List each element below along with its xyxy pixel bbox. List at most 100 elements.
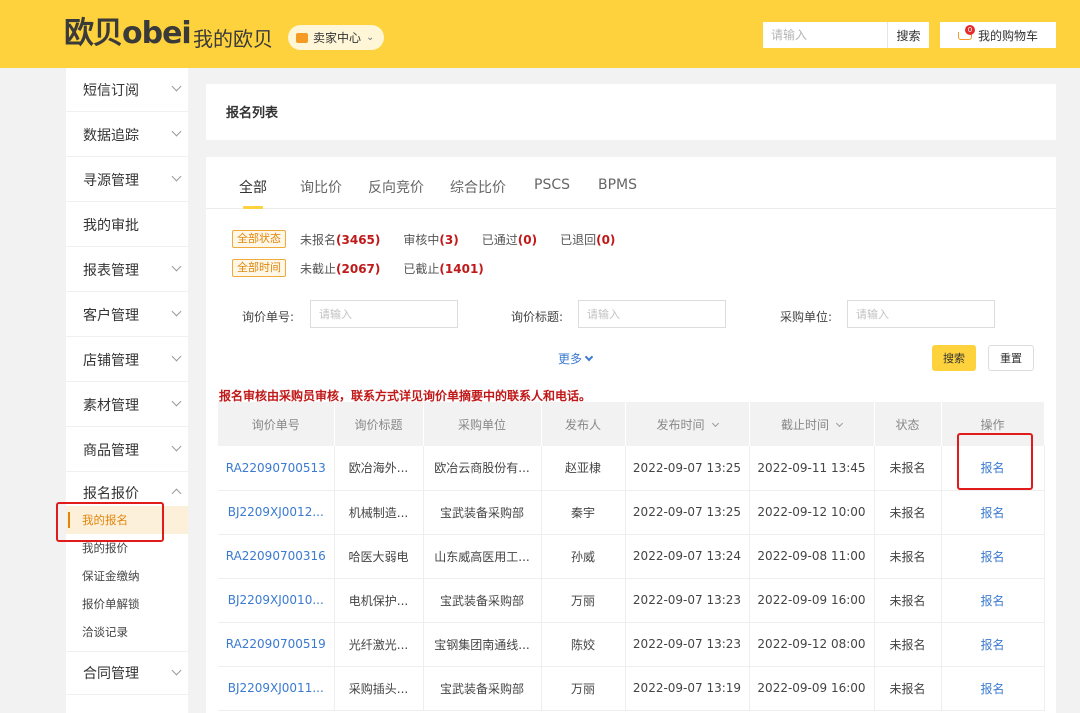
cell-publish-time: 2022-09-07 13:24	[625, 534, 750, 579]
chevron-down-icon	[171, 351, 182, 362]
cell-title: 机械制造...	[334, 490, 424, 535]
cell-publisher: 赵亚棣	[541, 446, 626, 491]
chevron-up-icon	[171, 488, 182, 499]
buyer-label: 采购单位:	[780, 310, 833, 324]
cell-end-time: 2022-09-09 16:00	[749, 666, 875, 711]
sidebar-sub-deposit[interactable]: 保证金缴纳	[66, 562, 188, 590]
cell-title: 哈医大弱电	[334, 534, 424, 579]
tab-pscs[interactable]: PSCS	[534, 177, 570, 193]
sidebar-item-customers[interactable]: 客户管理	[66, 293, 188, 337]
chevron-down-icon	[171, 306, 182, 317]
sidebar-item-approval[interactable]: 我的审批	[66, 203, 188, 247]
registration-table: 询价单号 询价标题 采购单位 发布人 发布时间 截止时间 状态 操作 RA220…	[218, 402, 1045, 711]
sidebar-item-materials[interactable]: 素材管理	[66, 383, 188, 427]
sidebar-sub-unlock[interactable]: 报价单解锁	[66, 590, 188, 618]
col-header-title: 询价标题	[334, 402, 424, 446]
col-header-publisher: 发布人	[541, 402, 626, 446]
order-no-link[interactable]: BJ2209XJ0010...	[218, 578, 335, 623]
order-no-link[interactable]: BJ2209XJ0011...	[218, 666, 335, 711]
cart-badge: 0	[964, 24, 975, 35]
header-search-button[interactable]: 搜索	[887, 22, 929, 48]
filter-closed[interactable]: 已截止(1401)	[403, 260, 483, 277]
cell-publish-time: 2022-09-07 13:19	[625, 666, 750, 711]
cell-title: 电机保护...	[334, 578, 424, 623]
table-row: BJ2209XJ0012... 机械制造... 宝武装备采购部 秦宇 2022-…	[218, 490, 1045, 535]
register-link[interactable]: 报名	[941, 490, 1045, 535]
cell-end-time: 2022-09-09 16:00	[749, 578, 875, 623]
tab-all[interactable]: 全部	[239, 177, 267, 197]
tab-bar: 全部 询比价 反向竞价 综合比价 PSCS BPMS	[206, 157, 1056, 209]
tab-comprehensive[interactable]: 综合比价	[450, 177, 506, 197]
seller-center-button[interactable]: 卖家中心 ⌄	[288, 25, 384, 50]
chevron-down-icon	[584, 352, 594, 362]
col-header-end-time[interactable]: 截止时间	[749, 402, 875, 446]
sidebar-item-store[interactable]: 店铺管理	[66, 338, 188, 382]
tab-bpms[interactable]: BPMS	[598, 177, 637, 193]
order-no-link[interactable]: RA22090700513	[218, 446, 335, 491]
sidebar-item-sms[interactable]: 短信订阅	[66, 68, 188, 112]
sort-icon	[711, 419, 719, 427]
main-card: 全部 询比价 反向竞价 综合比价 PSCS BPMS 全部状态 未报名(3465…	[206, 157, 1056, 713]
filter-not-closed[interactable]: 未截止(2067)	[300, 260, 380, 277]
order-no-link[interactable]: RA22090700316	[218, 534, 335, 579]
sidebar-item-reports[interactable]: 报表管理	[66, 248, 188, 292]
sidebar-sub-negotiation[interactable]: 洽谈记录	[66, 618, 188, 646]
top-header: 欧贝obei 我的欧贝 卖家中心 ⌄ 搜索 0 我的购物车	[0, 0, 1080, 68]
cell-publish-time: 2022-09-07 13:25	[625, 446, 750, 491]
table-row: BJ2209XJ0010... 电机保护... 宝武装备采购部 万丽 2022-…	[218, 578, 1045, 623]
register-link[interactable]: 报名	[941, 578, 1045, 623]
table-row: BJ2209XJ0011... 采购插头... 宝武装备采购部 万丽 2022-…	[218, 666, 1045, 711]
table-row: RA22090700519 光纤激光... 宝钢集团南通线... 陈姣 2022…	[218, 622, 1045, 667]
filter-tag-all-status[interactable]: 全部状态	[232, 230, 286, 248]
sidebar-item-label: 数据追踪	[83, 127, 139, 144]
status-filter-row: 全部状态 未报名(3465) 审核中(3) 已通过(0) 已退回(0)	[232, 230, 638, 248]
sidebar-item-sourcing[interactable]: 寻源管理	[66, 158, 188, 202]
order-no-input[interactable]	[310, 300, 458, 328]
cart-label: 我的购物车	[977, 28, 1038, 43]
filter-tag-all-time[interactable]: 全部时间	[232, 259, 286, 277]
chevron-down-icon	[171, 665, 182, 676]
header-search-input[interactable]	[763, 22, 887, 48]
filter-reviewing[interactable]: 审核中(3)	[403, 231, 458, 248]
cell-buyer: 宝武装备采购部	[423, 578, 542, 623]
chevron-down-icon	[171, 261, 182, 272]
filter-unregistered[interactable]: 未报名(3465)	[300, 231, 380, 248]
cell-publisher: 万丽	[541, 666, 626, 711]
sidebar-item-products[interactable]: 商品管理	[66, 428, 188, 472]
order-no-link[interactable]: RA22090700519	[218, 622, 335, 667]
reset-button[interactable]: 重置	[988, 345, 1034, 371]
highlight-box-sidebar	[56, 502, 164, 542]
sidebar-item-label: 短信订阅	[83, 82, 139, 99]
cell-end-time: 2022-09-08 11:00	[749, 534, 875, 579]
cell-publisher: 孙威	[541, 534, 626, 579]
order-title-label: 询价标题:	[511, 310, 564, 324]
site-title[interactable]: 我的欧贝	[193, 26, 273, 52]
register-link[interactable]: 报名	[941, 666, 1045, 711]
buyer-input[interactable]	[847, 300, 995, 328]
cell-status: 未报名	[874, 490, 942, 535]
cell-status: 未报名	[874, 534, 942, 579]
tab-reverse-bidding[interactable]: 反向竞价	[368, 177, 424, 197]
cell-publish-time: 2022-09-07 13:25	[625, 490, 750, 535]
more-filters-toggle[interactable]: 更多	[558, 350, 594, 367]
col-header-publish-time[interactable]: 发布时间	[625, 402, 750, 446]
sidebar-item-data-tracking[interactable]: 数据追踪	[66, 113, 188, 157]
cell-status: 未报名	[874, 622, 942, 667]
cell-publish-time: 2022-09-07 13:23	[625, 622, 750, 667]
cell-buyer: 宝钢集团南通线...	[423, 622, 542, 667]
table-header-row: 询价单号 询价标题 采购单位 发布人 发布时间 截止时间 状态 操作	[218, 402, 1045, 446]
order-title-input[interactable]	[578, 300, 726, 328]
sidebar-item-contracts[interactable]: 合同管理	[66, 651, 188, 695]
tab-inquiry[interactable]: 询比价	[300, 177, 342, 197]
filter-returned[interactable]: 已退回(0)	[560, 231, 615, 248]
obei-logo[interactable]: 欧贝obei	[64, 14, 192, 54]
cell-publisher: 万丽	[541, 578, 626, 623]
cart-button[interactable]: 0 我的购物车	[940, 22, 1056, 48]
cell-status: 未报名	[874, 578, 942, 623]
sidebar-item-label: 店铺管理	[83, 352, 139, 369]
order-no-link[interactable]: BJ2209XJ0012...	[218, 490, 335, 535]
search-button[interactable]: 搜索	[932, 345, 976, 371]
register-link[interactable]: 报名	[941, 622, 1045, 667]
register-link[interactable]: 报名	[941, 534, 1045, 579]
filter-passed[interactable]: 已通过(0)	[482, 231, 537, 248]
